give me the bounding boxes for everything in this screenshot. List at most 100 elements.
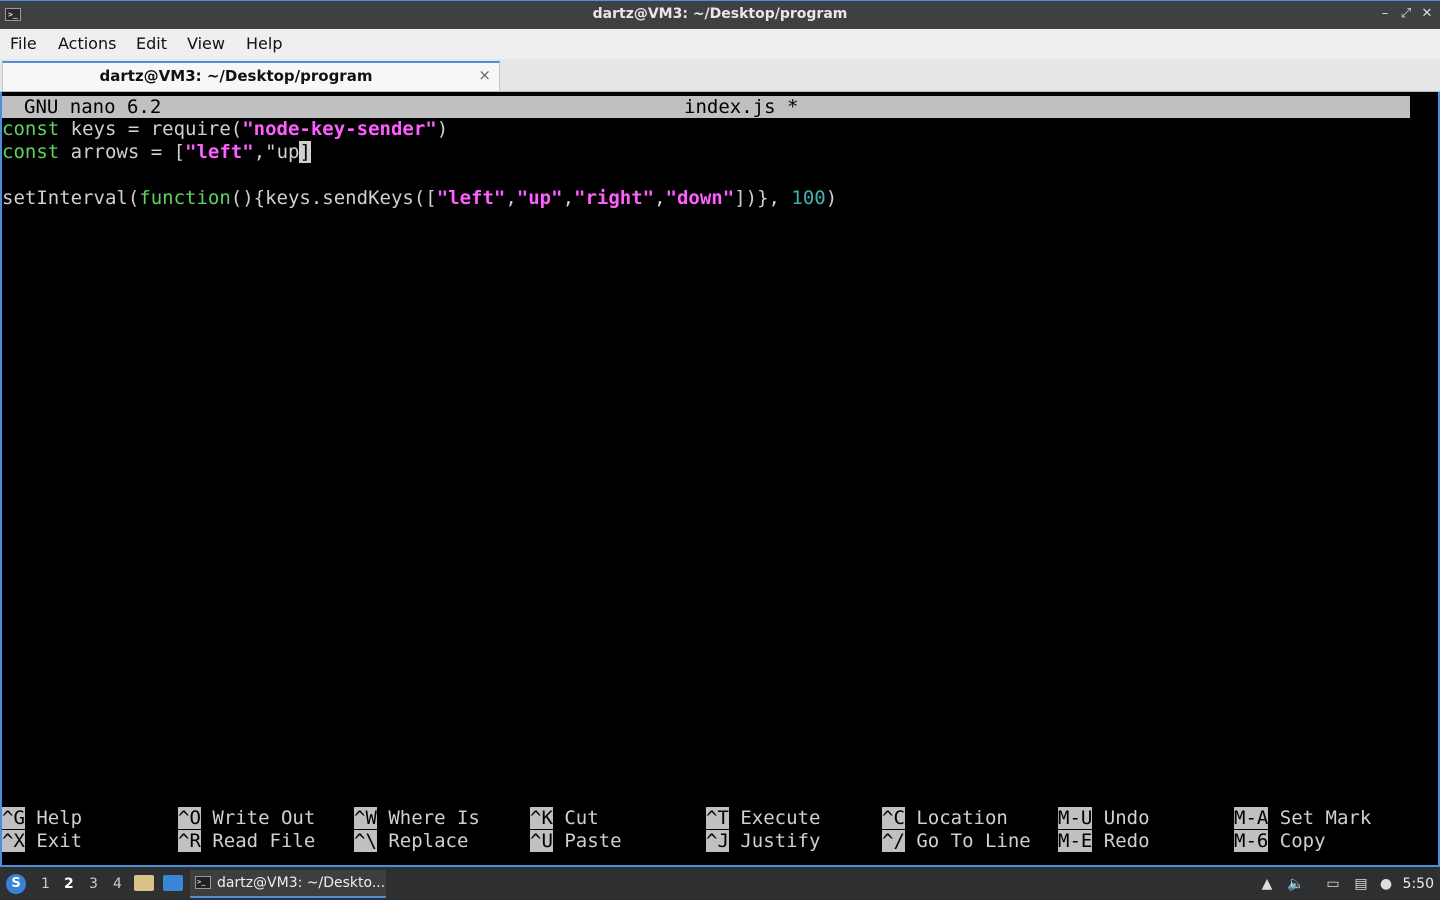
taskbar-item-label: dartz@VM3: ~/Deskto...: [217, 875, 386, 891]
shortcut-label: Replace: [376, 830, 469, 852]
code-token: "left": [185, 141, 254, 163]
menu-bar: File Actions Edit View Help: [0, 29, 1440, 59]
menu-view[interactable]: View: [187, 34, 225, 53]
shortcut-key: M-6: [1234, 830, 1269, 852]
menu-edit[interactable]: Edit: [136, 34, 167, 53]
code-token: "down": [665, 187, 735, 209]
shortcut-label: Execute: [728, 807, 821, 829]
network-icon[interactable]: ▭: [1324, 875, 1342, 893]
volume-icon[interactable]: 🔈: [1287, 875, 1305, 893]
taskbar-terminal-item[interactable]: >_ dartz@VM3: ~/Deskto...: [190, 870, 386, 898]
shortcut-key: ^G: [2, 807, 25, 829]
workspace-2[interactable]: 2: [64, 876, 74, 892]
shortcut-redo: M-E Redo: [1058, 830, 1150, 853]
code-line[interactable]: const arrows = ["left","up]: [2, 141, 311, 164]
clipboard-icon[interactable]: ▤: [1352, 875, 1370, 893]
file-manager-icon[interactable]: [134, 875, 154, 891]
shortcut-location: ^C Location: [882, 807, 1008, 830]
code-token: keys = require(: [59, 118, 243, 140]
menu-actions[interactable]: Actions: [58, 34, 116, 53]
close-icon[interactable]: ✕: [1418, 5, 1436, 23]
workspace-3[interactable]: 3: [89, 876, 98, 892]
code-line[interactable]: setInterval(function(){keys.sendKeys(["l…: [2, 187, 837, 210]
code-token: ): [436, 118, 449, 140]
menu-help[interactable]: Help: [246, 34, 282, 53]
code-token: const: [2, 141, 60, 163]
tab-close-icon[interactable]: ×: [478, 66, 491, 84]
shortcut-label: Copy: [1268, 830, 1326, 852]
tab-label: dartz@VM3: ~/Desktop/program: [99, 67, 373, 85]
shortcut-label: Read File: [200, 830, 316, 852]
code-token: 100: [791, 187, 826, 209]
shortcut-where-is: ^W Where Is: [354, 807, 480, 830]
workspace-1[interactable]: 1: [41, 876, 50, 892]
shortcut-replace: ^\ Replace: [354, 830, 468, 853]
shortcut-write-out: ^O Write Out: [178, 807, 315, 830]
shortcut-go-to-line: ^/ Go To Line: [882, 830, 1031, 853]
shortcut-key: ^X: [2, 830, 25, 852]
show-desktop-icon[interactable]: [163, 875, 183, 891]
shortcut-undo: M-U Undo: [1058, 807, 1150, 830]
shortcut-key: ^W: [354, 807, 377, 829]
shortcut-key: ^K: [530, 807, 553, 829]
menu-file[interactable]: File: [10, 34, 37, 53]
shortcut-key: ^U: [530, 830, 553, 852]
shortcut-key: ^O: [178, 807, 201, 829]
tab-bar: dartz@VM3: ~/Desktop/program ×: [0, 59, 1440, 92]
shortcut-paste: ^U Paste: [530, 830, 622, 853]
up-arrow-icon[interactable]: ▲: [1258, 875, 1276, 893]
shortcut-execute: ^T Execute: [706, 807, 820, 830]
code-token: ,: [505, 187, 517, 209]
code-token: setInterval(: [2, 187, 140, 209]
window-titlebar: >_ dartz@VM3: ~/Desktop/program – ⤢ ✕: [0, 0, 1440, 29]
shortcut-label: Go To Line: [904, 830, 1031, 852]
code-token: ): [825, 187, 838, 209]
update-icon[interactable]: ●: [1377, 875, 1395, 893]
code-token: "right": [574, 187, 655, 209]
shortcut-label: Paste: [552, 830, 622, 852]
shortcut-label: Justify: [728, 830, 821, 852]
code-token: (){keys.sendKeys([: [230, 187, 437, 209]
code-token: "up": [516, 187, 563, 209]
shortcut-key: M-E: [1058, 830, 1093, 852]
shortcut-set-mark: M-A Set Mark: [1234, 807, 1371, 830]
shortcut-read-file: ^R Read File: [178, 830, 315, 853]
shortcut-key: ^\: [354, 830, 377, 852]
code-token: "left": [436, 187, 506, 209]
nano-filename: index.js *: [684, 96, 799, 118]
shortcut-copy: M-6 Copy: [1234, 830, 1326, 853]
code-token: "node-key-sender": [242, 118, 437, 140]
shortcut-label: Write Out: [200, 807, 316, 829]
code-token: const: [2, 118, 60, 140]
shortcut-key: ^T: [706, 807, 729, 829]
shortcut-label: Where Is: [376, 807, 480, 829]
shortcut-key: M-A: [1234, 807, 1269, 829]
terminal-icon: >_: [195, 876, 211, 889]
code-token: ,: [562, 187, 575, 209]
shortcut-label: Set Mark: [1268, 807, 1372, 829]
shortcut-justify: ^J Justify: [706, 830, 820, 853]
code-token: ,: [654, 187, 666, 209]
nano-shortcut-bar: ^G Help ^O Write Out ^W Where Is ^K Cut ^T E…: [2, 807, 1412, 855]
shortcut-label: Cut: [552, 807, 599, 829]
shortcut-label: Redo: [1092, 830, 1150, 852]
shortcut-key: ^J: [706, 830, 729, 852]
code-line[interactable]: const keys = require("node-key-sender"): [2, 118, 448, 141]
tab-terminal[interactable]: dartz@VM3: ~/Desktop/program ×: [2, 61, 500, 91]
workspace-4[interactable]: 4: [113, 876, 122, 892]
shortcut-cut: ^K Cut: [530, 807, 599, 830]
code-token: ,"up: [253, 141, 300, 163]
shortcut-key: M-U: [1058, 807, 1093, 829]
text-cursor: ]: [299, 141, 311, 163]
shortcut-label: Exit: [24, 830, 83, 852]
shortcut-label: Location: [904, 807, 1008, 829]
code-token: ])},: [734, 187, 792, 209]
code-token: arrows = [: [59, 141, 186, 163]
terminal-area[interactable]: GNU nano 6.2 index.js * const keys = req…: [0, 92, 1440, 867]
minimize-icon[interactable]: –: [1376, 5, 1394, 23]
shortcut-key: ^/: [882, 830, 905, 852]
maximize-icon[interactable]: ⤢: [1397, 5, 1415, 23]
terminal-scrollbar[interactable]: [1410, 92, 1438, 865]
start-menu-icon[interactable]: S: [6, 874, 26, 894]
shortcut-help: ^G Help: [2, 807, 82, 830]
